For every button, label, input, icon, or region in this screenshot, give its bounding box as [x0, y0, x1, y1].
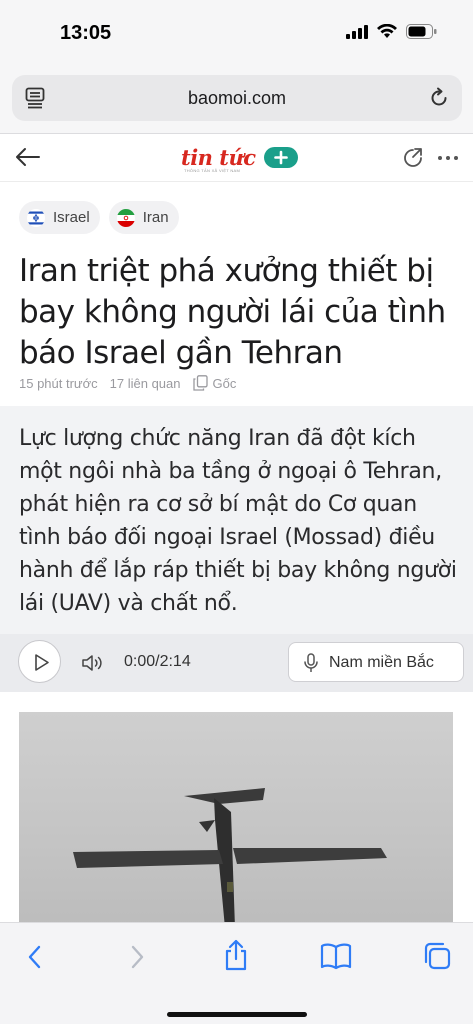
share-icon[interactable] [222, 939, 250, 971]
volume-icon[interactable] [81, 653, 105, 673]
battery-icon [406, 24, 437, 39]
back-icon[interactable] [24, 943, 46, 971]
follow-button[interactable] [263, 146, 298, 168]
related-count[interactable]: 17 liên quan [110, 376, 181, 391]
article-summary: Lực lượng chức năng Iran đã đột kích một… [19, 426, 457, 616]
browser-toolbar: baomoi.com [0, 62, 473, 134]
home-indicator [167, 1012, 307, 1017]
current-time: 0:00 [124, 653, 156, 670]
copy-icon [192, 375, 208, 391]
article-summary-box: Lực lượng chức năng Iran đã đột kích một… [0, 406, 473, 634]
site-logo[interactable]: tin tức THÔNG TẤN XÃ VIỆT NAM [181, 142, 298, 173]
article-image[interactable] [19, 712, 453, 928]
voice-label: Nam miền Bắc [329, 654, 434, 671]
total-duration: /2:14 [155, 653, 191, 670]
audio-time: 0:00/2:14 [124, 653, 191, 671]
plus-icon [273, 150, 288, 164]
tag-iran[interactable]: Iran [108, 201, 179, 234]
logo-text: tin tức [181, 144, 256, 170]
iran-flag-icon [116, 208, 135, 227]
signal-icon [346, 24, 368, 39]
back-arrow-icon[interactable] [14, 144, 42, 170]
article-title: Iran triệt phá xưởng thiết bị bay không … [19, 253, 446, 371]
address-bar[interactable]: baomoi.com [12, 75, 462, 121]
url-text: baomoi.com [187, 88, 287, 108]
forward-icon[interactable] [126, 943, 148, 971]
play-icon [35, 654, 49, 671]
play-button[interactable] [18, 640, 61, 683]
browser-bottom-toolbar [0, 922, 473, 1024]
logo-subtitle: THÔNG TẤN XÃ VIỆT NAM [184, 168, 241, 173]
drone-image-icon [73, 788, 387, 928]
tag-label: Israel [53, 209, 90, 226]
microphone-icon [304, 653, 318, 672]
voice-select-button[interactable]: Nam miền Bắc [288, 642, 464, 682]
tag-label: Iran [142, 209, 169, 226]
audio-player: 0:00/2:14 Nam miền Bắc [0, 634, 473, 692]
status-time: 13:05 [60, 22, 112, 44]
wifi-icon [377, 24, 397, 38]
status-bar: 13:05 [0, 0, 473, 62]
header-actions [401, 146, 459, 170]
more-icon[interactable] [437, 146, 459, 170]
tabs-icon[interactable] [422, 941, 452, 971]
bookmarks-icon[interactable] [320, 942, 352, 970]
tag-israel[interactable]: Israel [19, 201, 100, 234]
reload-icon[interactable] [428, 87, 450, 109]
publish-time: 15 phút trước [19, 375, 98, 391]
status-icons [346, 24, 437, 39]
source-link[interactable]: Gốc [192, 375, 237, 391]
topic-tags: Israel Iran [19, 201, 179, 234]
share-arrow-icon[interactable] [401, 146, 425, 170]
site-header: tin tức THÔNG TẤN XÃ VIỆT NAM [0, 134, 473, 182]
article-meta: 15 phút trước 17 liên quan Gốc [19, 375, 236, 391]
israel-flag-icon [27, 208, 45, 227]
source-label: Gốc [212, 375, 237, 391]
